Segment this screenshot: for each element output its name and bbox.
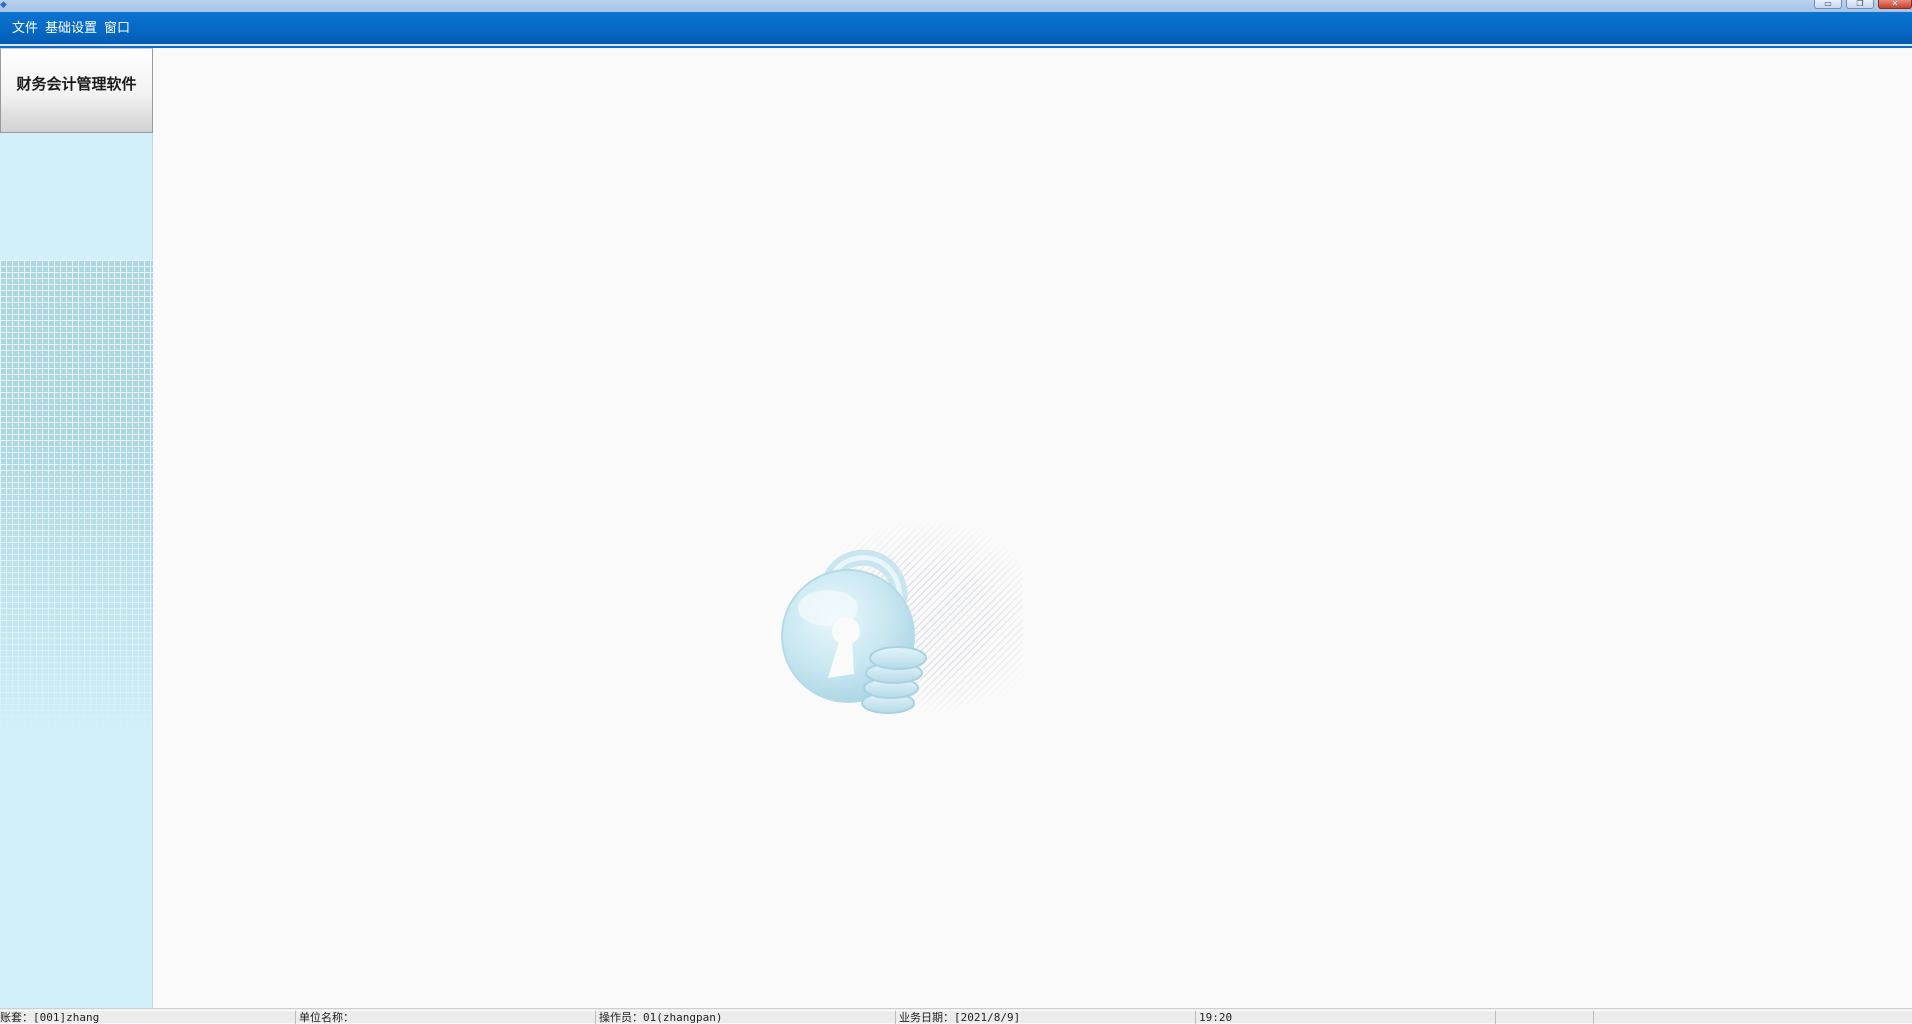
- status-bar: 账套：[001]zhang 单位名称： 操作员：01(zhangpan) 业务日…: [0, 1008, 1912, 1024]
- sidebar-header-button[interactable]: 财务会计管理软件: [0, 48, 153, 133]
- menu-item-basic-settings[interactable]: 基础设置: [43, 20, 99, 38]
- app-icon[interactable]: ◆: [0, 0, 10, 10]
- menu-item-window[interactable]: 窗口: [102, 20, 132, 38]
- menu-bar: 文件 基础设置 窗口: [0, 12, 1912, 48]
- main-workspace: [153, 48, 1912, 1008]
- close-button[interactable]: ✕: [1878, 0, 1912, 9]
- status-extra-2: [1593, 1010, 1912, 1024]
- lock-with-coins-icon: [781, 549, 927, 714]
- status-account: 账套：[001]zhang: [0, 1010, 295, 1024]
- status-business-date: 业务日期：[2021/8/9]: [895, 1010, 1195, 1024]
- sidebar-title: 财务会计管理软件: [16, 75, 137, 93]
- sidebar: 财务会计管理软件: [0, 48, 153, 1008]
- status-extra-1: [1495, 1010, 1593, 1024]
- status-time: 19:20: [1195, 1010, 1495, 1024]
- status-operator: 操作员：01(zhangpan): [595, 1010, 895, 1024]
- status-unit-name: 单位名称：: [295, 1010, 595, 1024]
- title-bar: ◆ ▭ ❐ ✕: [0, 0, 1912, 12]
- sidebar-grid-pattern: [0, 260, 153, 735]
- maximize-button[interactable]: ❐: [1846, 0, 1874, 9]
- minimize-button[interactable]: ▭: [1814, 0, 1842, 9]
- workspace-logo: [728, 508, 1028, 758]
- menu-item-file[interactable]: 文件: [10, 20, 40, 38]
